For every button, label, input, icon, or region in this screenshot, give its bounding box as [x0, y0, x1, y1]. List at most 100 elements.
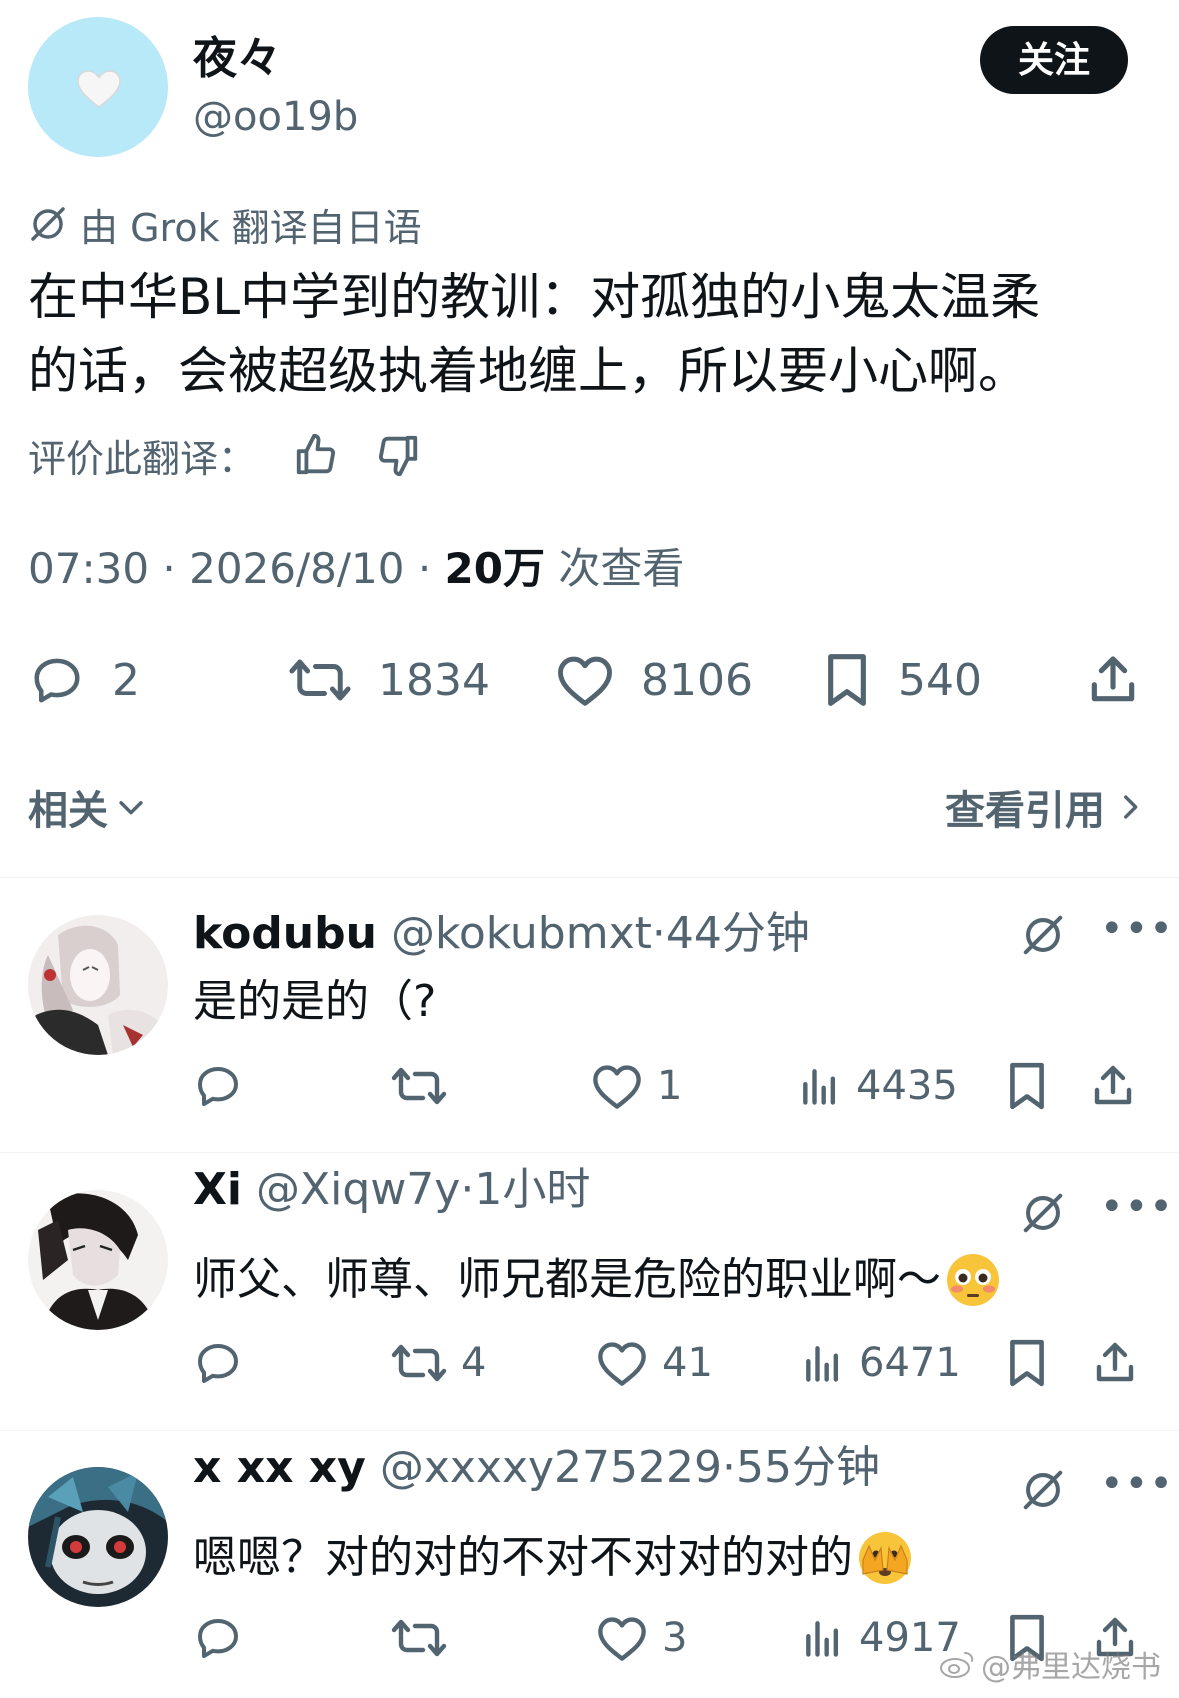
retweet-count: 1834 [378, 654, 490, 706]
divider [0, 1152, 1179, 1153]
views-count: 4435 [856, 1063, 958, 1109]
views-action[interactable]: 4917 [801, 1610, 961, 1666]
reply-action[interactable] [193, 1610, 257, 1666]
grok-icon[interactable] [1020, 1467, 1066, 1513]
flushed-face-emoji [947, 1254, 999, 1306]
rate-translation-label: 评价此翻译： [28, 436, 257, 481]
reply-author-handle[interactable]: @kokubmxt [391, 906, 652, 962]
translation-note[interactable]: 由 Grok 翻译自日语 [28, 200, 422, 250]
like-count: 8106 [641, 654, 753, 706]
heart-icon [593, 1065, 641, 1109]
thumbs-up-icon [296, 433, 336, 475]
reply-action[interactable]: 2 [28, 648, 140, 712]
related-label: 相关 [28, 788, 108, 834]
tweet-text-line-1: 在中华BL中学到的教训：对孤独的小鬼太温柔 [28, 268, 1041, 326]
tweet-date[interactable]: 2026/8/10 [189, 544, 404, 593]
reply-author-handle[interactable]: @xxxxy275229 [380, 1440, 722, 1496]
reply-author-name[interactable]: x xx xy [193, 1440, 366, 1496]
retweet-icon [391, 1344, 447, 1382]
author-name[interactable]: 夜々 [193, 32, 281, 86]
like-count: 1 [657, 1063, 683, 1109]
bookmark-icon [1010, 1062, 1044, 1110]
reply-action-bar: 4 41 6471 [193, 1335, 1153, 1391]
bar-chart-icon [806, 1346, 839, 1382]
share-button[interactable] [1089, 1058, 1151, 1114]
author-handle[interactable]: @oo19b [193, 92, 358, 142]
like-action[interactable]: 1 [591, 1058, 682, 1114]
reply-icon [34, 658, 80, 703]
like-action[interactable]: 41 [596, 1335, 713, 1391]
reply-author-name[interactable]: kodubu [193, 906, 377, 962]
reply-author-handle[interactable]: @Xiqw7y [256, 1162, 460, 1218]
reply-action[interactable] [193, 1335, 257, 1391]
grok-icon [31, 207, 65, 241]
view-quotes-label: 查看引用 [945, 788, 1105, 834]
reply-avatar[interactable] [28, 1467, 168, 1607]
views-action[interactable]: 6471 [801, 1335, 961, 1391]
like-action[interactable]: 3 [596, 1610, 687, 1666]
related-dropdown[interactable]: 相关 [28, 778, 148, 836]
retweet-action[interactable]: 4 [391, 1335, 486, 1391]
bookmark-action[interactable] [1005, 1335, 1063, 1391]
reply-header: x xx xy @xxxxy275229 · 55分钟 [193, 1440, 880, 1496]
reply-text: 是的是的（? [193, 972, 436, 1032]
reply-avatar[interactable] [28, 915, 168, 1055]
bookmark-count: 540 [898, 654, 982, 706]
tweet-time[interactable]: 07:30 [28, 544, 149, 593]
views-label: 次查看 [558, 544, 685, 593]
more-options-icon[interactable]: ••• [1100, 1184, 1174, 1230]
author-avatar[interactable] [28, 17, 168, 157]
more-options-icon[interactable]: ••• [1100, 906, 1174, 952]
reply-text-content: 嗯嗯？对的对的不对不对对的对的 [193, 1532, 853, 1583]
retweet-icon [391, 1067, 447, 1105]
reply-text: 师父、师尊、师兄都是危险的职业啊～ [193, 1250, 1001, 1310]
retweet-action[interactable] [391, 1058, 461, 1114]
divider [0, 877, 1179, 878]
like-action[interactable]: 8106 [555, 648, 753, 712]
retweet-action[interactable]: 1834 [288, 648, 490, 712]
reply-time[interactable]: 44分钟 [666, 906, 810, 962]
thumbs-up-button[interactable] [286, 425, 346, 485]
reply-text: 嗯嗯？对的对的不对不对对的对的 [193, 1528, 913, 1588]
reply-time[interactable]: 1小时 [474, 1162, 590, 1218]
bar-chart-icon [803, 1069, 836, 1105]
watermark-text: @弗里达烧书 [981, 1650, 1161, 1685]
thumbs-down-button[interactable] [368, 425, 428, 485]
chevron-down-icon [119, 801, 143, 815]
reply-icon [198, 1619, 238, 1658]
bookmark-action[interactable]: 540 [822, 648, 982, 712]
grok-icon[interactable] [1020, 1190, 1066, 1236]
bookmark-icon [1010, 1339, 1044, 1387]
share-button[interactable] [1085, 648, 1167, 712]
tweet-text: 在中华BL中学到的教训：对孤独的小鬼太温柔 的话，会被超级执着地缠上，所以要小心… [28, 260, 1153, 408]
reply-time[interactable]: 55分钟 [736, 1440, 880, 1496]
share-icon [1094, 1065, 1132, 1105]
views-action[interactable]: 4435 [798, 1058, 958, 1114]
heart-icon [598, 1617, 646, 1661]
like-count: 41 [662, 1340, 713, 1386]
avatar-illustration [28, 915, 168, 1055]
bookmark-action[interactable] [1005, 1058, 1063, 1114]
avatar-illustration [28, 1467, 168, 1607]
reply-avatar[interactable] [28, 1190, 168, 1330]
reply-action[interactable] [193, 1058, 257, 1114]
retweet-icon [289, 659, 351, 701]
divider [0, 1430, 1179, 1431]
views-count: 20万 [444, 544, 545, 593]
tweet-text-line-2: 的话，会被超级执着地缠上，所以要小心啊。 [28, 342, 1028, 400]
share-icon [1091, 656, 1135, 702]
reply-author-name[interactable]: Xi [193, 1162, 242, 1218]
weibo-icon [940, 1652, 974, 1678]
retweet-action[interactable] [391, 1610, 461, 1666]
reply-icon [198, 1067, 238, 1106]
more-options-icon[interactable]: ••• [1100, 1461, 1174, 1507]
reply-icon [198, 1344, 238, 1383]
thumbs-down-icon [378, 435, 418, 477]
grok-icon[interactable] [1020, 912, 1066, 958]
face-peeking-emoji [859, 1532, 911, 1584]
bar-chart-icon [806, 1621, 839, 1657]
share-button[interactable] [1091, 1335, 1153, 1391]
view-quotes-link[interactable]: 查看引用 [945, 778, 1147, 836]
follow-button[interactable]: 关注 [980, 26, 1128, 94]
reply-action-bar: 1 4435 [193, 1058, 1153, 1114]
